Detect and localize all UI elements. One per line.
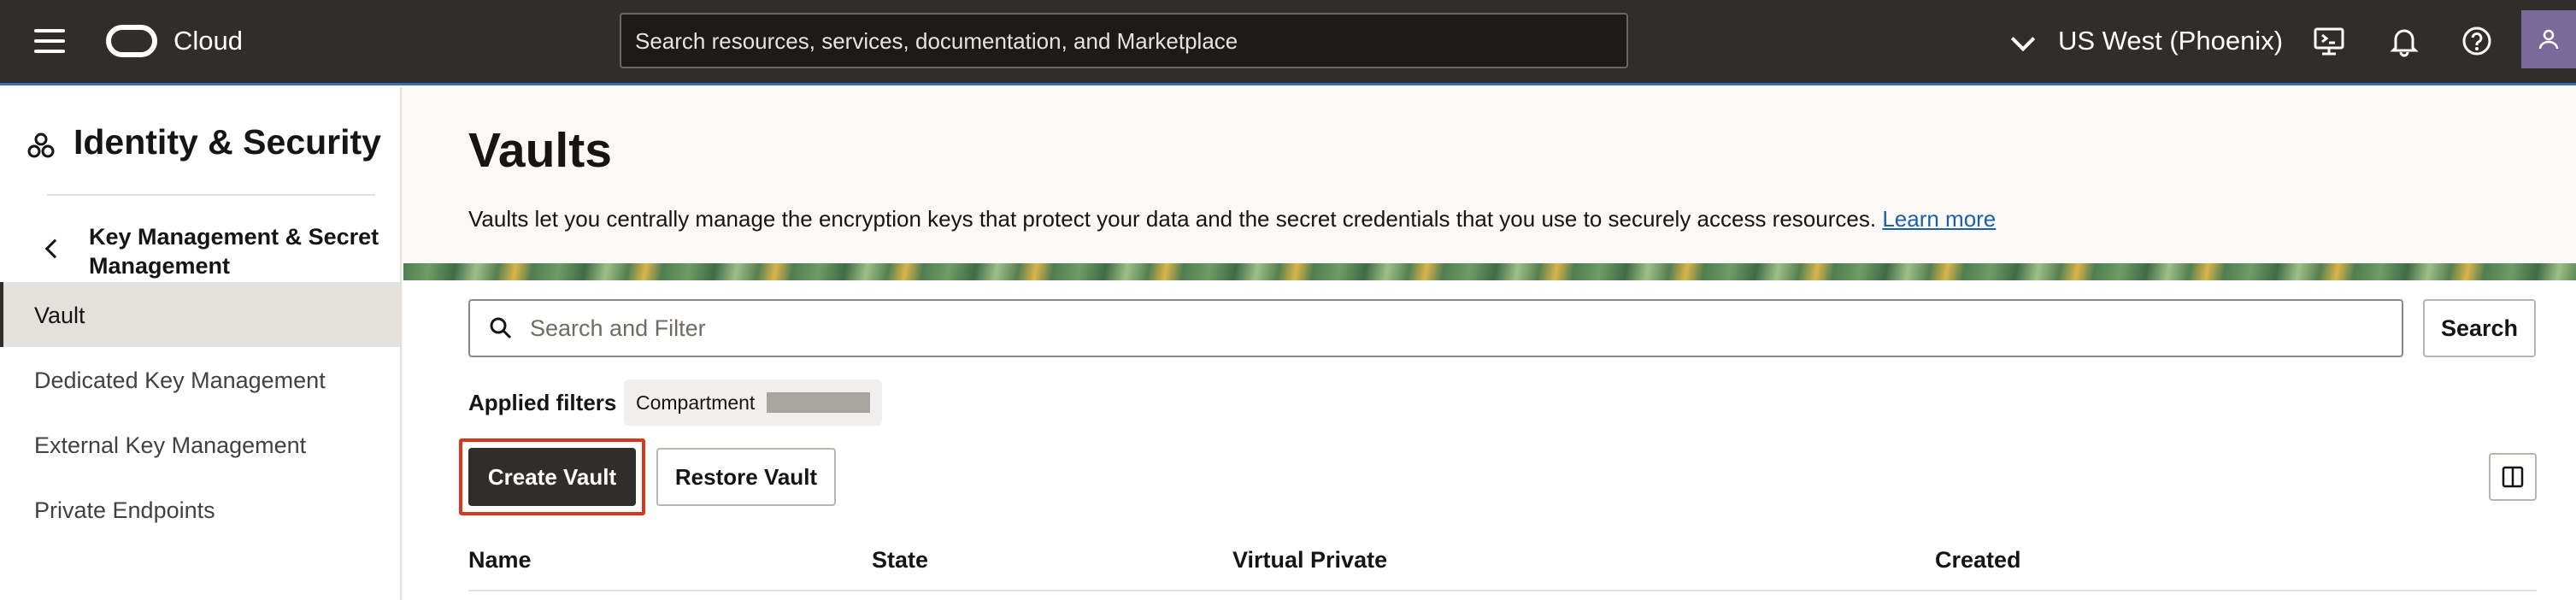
search-button[interactable]: Search — [2423, 299, 2536, 357]
filter-placeholder: Search and Filter — [530, 315, 706, 341]
brand-label[interactable]: Cloud — [173, 26, 243, 56]
oracle-logo-icon[interactable] — [106, 25, 157, 57]
search-icon — [490, 317, 512, 339]
cloud-shell-icon[interactable] — [2312, 24, 2346, 58]
search-and-filter-input[interactable]: Search and Filter — [468, 299, 2403, 357]
sidebar-item-vault[interactable]: Vault — [0, 282, 402, 347]
sidebar-item-external-key-management[interactable]: External Key Management — [0, 412, 402, 477]
main-content: Vaults Vaults let you centrally manage t… — [403, 88, 2576, 600]
applied-filters-label: Applied filters — [468, 390, 617, 415]
chevron-down-icon[interactable] — [2010, 26, 2036, 52]
description-text: Vaults let you centrally manage the encr… — [468, 206, 1877, 232]
column-header-virtual-private[interactable]: Virtual Private — [1232, 547, 1387, 574]
user-icon — [2538, 29, 2559, 50]
create-vault-button[interactable]: Create Vault — [468, 448, 636, 506]
compartment-filter-chip[interactable]: Compartment — [624, 379, 882, 426]
page-description: Vaults let you centrally manage the encr… — [468, 206, 1996, 232]
columns-icon — [2502, 466, 2524, 488]
decorative-banner — [403, 263, 2576, 280]
global-search-input[interactable]: Search resources, services, documentatio… — [620, 13, 1628, 68]
profile-avatar[interactable] — [2521, 10, 2576, 68]
table-header: Name State Virtual Private Created — [468, 538, 2537, 591]
list-panel: Search and Filter Search Applied filters… — [403, 280, 2576, 600]
column-header-state[interactable]: State — [872, 547, 928, 574]
sidebar: Identity & Security Key Management & Sec… — [0, 88, 402, 600]
redacted-value — [767, 392, 870, 413]
hamburger-menu-icon[interactable] — [34, 29, 65, 55]
top-navigation-bar: Cloud Search resources, services, docume… — [0, 0, 2576, 85]
sidebar-section-title[interactable]: Key Management & Secret Management — [89, 222, 379, 280]
identity-icon — [27, 132, 55, 158]
sidebar-title: Identity & Security — [74, 122, 381, 162]
column-header-created[interactable]: Created — [1935, 547, 2021, 574]
sidebar-item-private-endpoints[interactable]: Private Endpoints — [0, 477, 402, 542]
learn-more-link[interactable]: Learn more — [1882, 206, 1996, 232]
bell-icon[interactable] — [2387, 24, 2421, 58]
chip-label: Compartment — [636, 391, 756, 414]
chevron-left-icon[interactable] — [44, 238, 65, 259]
column-header-name[interactable]: Name — [468, 547, 532, 574]
region-selector[interactable]: US West (Phoenix) — [2058, 26, 2283, 56]
sidebar-divider — [47, 194, 375, 196]
columns-toggle-button[interactable] — [2489, 453, 2537, 501]
page-title: Vaults — [468, 123, 612, 178]
sidebar-item-dedicated-key-management[interactable]: Dedicated Key Management — [0, 347, 402, 412]
help-icon[interactable] — [2460, 24, 2494, 58]
restore-vault-button[interactable]: Restore Vault — [656, 448, 836, 506]
